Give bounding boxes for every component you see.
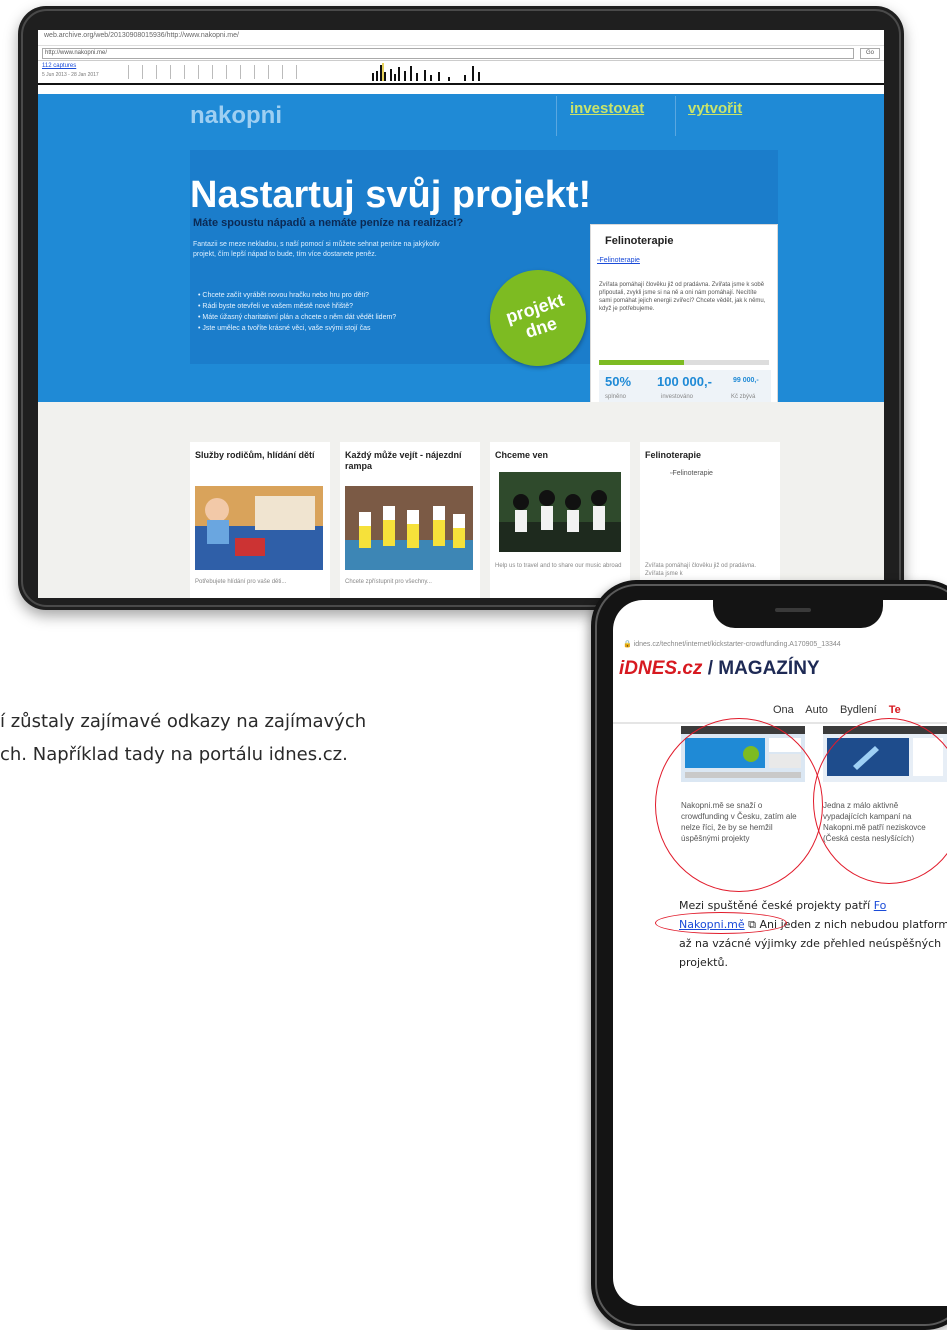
hero-section: nakopni investovat vytvořit Nastartuj sv…	[38, 94, 884, 434]
project-tile[interactable]: Chceme ven Help us to travel and to shar…	[490, 442, 630, 598]
wayback-toolbar: http://www.nakopni.me/ Go	[38, 46, 884, 61]
project-tile-snippet: Chcete zpřístupnit pro všechny...	[345, 579, 432, 585]
hero-bullet: • Chcete začít vyrábět novou hračku nebo…	[198, 292, 369, 299]
red-circle-annotation	[813, 718, 947, 884]
invested-amount: 100 000,-	[657, 374, 712, 389]
tablet-frame: web.archive.org/web/20130908015936/http:…	[18, 6, 904, 610]
funded-percent: 50%	[605, 374, 632, 389]
project-tile-image[interactable]	[345, 486, 473, 570]
red-circle-annotation	[655, 718, 823, 892]
project-tile-title[interactable]: Chceme ven	[495, 450, 625, 461]
phone-address-bar[interactable]: 🔒 idnes.cz/technet/internet/kickstarter-…	[623, 640, 841, 648]
stat-label: splněno	[605, 394, 627, 400]
project-tile-snippet: Help us to travel and to share our music…	[495, 563, 622, 569]
caption-line: ch. Například tady na portálu idnes.cz.	[0, 744, 348, 765]
hero-bullet-list: • Chcete začít vyrábět novou hračku nebo…	[198, 290, 498, 334]
featured-title[interactable]: Felinoterapie	[605, 235, 673, 247]
capture-sparkline[interactable]	[368, 63, 548, 81]
project-tile-image[interactable]	[195, 486, 323, 570]
project-tile[interactable]: Každý může vejít - nájezdní rampa Chcete…	[340, 442, 480, 598]
tablet-screen: web.archive.org/web/20130908015936/http:…	[38, 30, 884, 598]
idnes-logo[interactable]: iDNES.cz / MAGAZÍNY	[619, 658, 820, 680]
nav-item-auto[interactable]: Auto	[805, 704, 828, 716]
phone-notch	[713, 600, 883, 628]
capture-dates: 5 Jun 2013 - 28 Jan 2017	[42, 72, 99, 78]
hero-headline: Nastartuj svůj projekt!	[190, 174, 592, 216]
nav-item-technet[interactable]: Te	[889, 704, 901, 716]
hero-bullet: • Máte úžasný charitativní plán a chcete…	[198, 314, 397, 321]
featured-description: Zvířata pomáhají člověku již od pradávna…	[599, 282, 766, 312]
hero-subheadline: Máte spoustu nápadů a nemáte peníze na r…	[193, 217, 464, 229]
paragraph-link[interactable]: Fo	[874, 899, 887, 912]
project-tile-image[interactable]	[499, 472, 621, 552]
wayback-address-input[interactable]: http://www.nakopni.me/	[42, 47, 854, 59]
project-tile-snippet: Zvířata pomáhají člověku již od pradávna…	[645, 563, 757, 577]
article-paragraph: Mezi spuštěné české projekty patří Fo Na…	[679, 896, 947, 972]
paragraph-text: Mezi spuštěné české projekty patří	[679, 899, 874, 912]
article-caption: í zůstaly zajímavé odkazy na zajímavých …	[0, 705, 366, 771]
phone-frame: 🔒 idnes.cz/technet/internet/kickstarter-…	[591, 580, 947, 1330]
wayback-url[interactable]: web.archive.org/web/20130908015936/http:…	[38, 30, 884, 46]
project-tile-image-placeholder[interactable]: ▫Felinoterapie	[670, 470, 713, 477]
calendar-ticks	[128, 65, 308, 79]
funding-progress-fill	[599, 360, 684, 365]
project-tile-title[interactable]: Felinoterapie	[645, 450, 775, 461]
nav-divider	[556, 96, 557, 136]
wayback-go-button[interactable]: Go	[860, 47, 880, 59]
funding-progress-bar	[599, 360, 769, 365]
project-tile[interactable]: Služby rodičům, hlídání dětí Potřebujete…	[190, 442, 330, 598]
captures-link[interactable]: 112 captures	[42, 63, 76, 69]
nakopni-logo[interactable]: nakopni	[190, 102, 282, 130]
phone-screen: 🔒 idnes.cz/technet/internet/kickstarter-…	[613, 600, 947, 1306]
project-tile-snippet: Potřebujete hlídání pro vaše děti...	[195, 579, 287, 585]
caption-line: í zůstaly zajímavé odkazy na zajímavých	[0, 711, 367, 732]
stat-label: investováno	[661, 394, 694, 400]
red-ellipse-annotation	[655, 912, 787, 934]
nav-item-ona[interactable]: Ona	[773, 704, 794, 716]
remaining-amount: 99 000,-	[733, 377, 759, 384]
project-tile-title[interactable]: Každý může vejít - nájezdní rampa	[345, 450, 475, 472]
nav-vytvorit-link[interactable]: vytvořit	[688, 100, 742, 117]
hero-bullet: • Rádi byste otevřeli ve vašem městě nov…	[198, 303, 353, 310]
project-tile-title[interactable]: Služby rodičům, hlídání dětí	[195, 450, 325, 461]
wayback-calendar: 112 captures 5 Jun 2013 - 28 Jan 2017	[38, 61, 884, 85]
project-tile[interactable]: Felinoterapie ▫Felinoterapie Zvířata pom…	[640, 442, 780, 598]
nav-item-bydleni[interactable]: Bydlení	[840, 704, 877, 716]
featured-image-placeholder[interactable]: ▫Felinoterapie	[597, 257, 640, 264]
hero-intro: Fantazii se meze nekladou, s naší pomocí…	[193, 241, 440, 258]
phone-nav: Ona Auto Bydlení Te	[773, 704, 910, 716]
stat-label: Kč zbývá	[731, 394, 756, 400]
nav-divider	[675, 96, 676, 136]
nav-investovat-link[interactable]: investovat	[570, 100, 644, 117]
hero-bullet: • Jste umělec a tvoříte krásné věci, vaš…	[198, 325, 371, 332]
